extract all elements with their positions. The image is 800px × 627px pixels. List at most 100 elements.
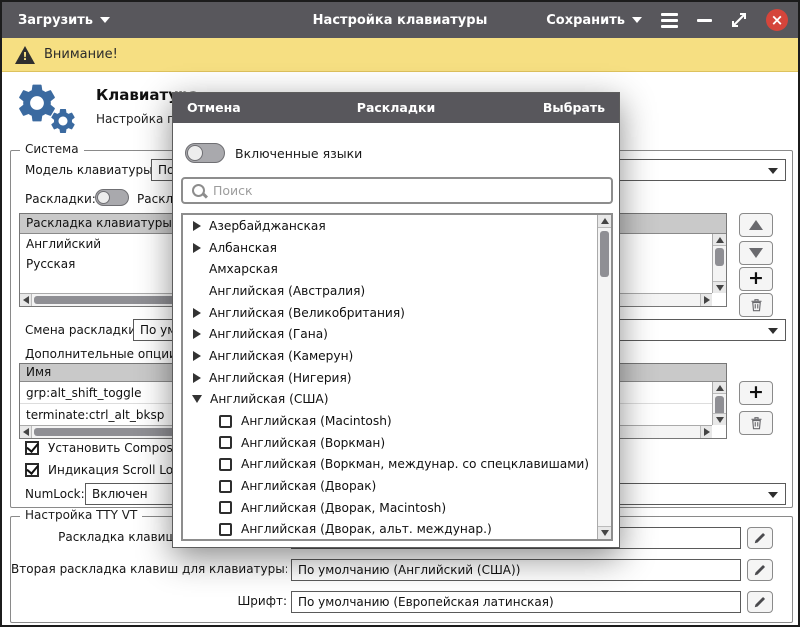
scroll-down-icon[interactable] <box>713 281 726 293</box>
dropdown-arrow-icon <box>768 328 778 334</box>
expand-arrow-icon[interactable] <box>193 372 201 383</box>
maximize-button[interactable] <box>731 12 747 28</box>
page-subtitle: Настройка г <box>96 112 174 126</box>
load-menu-label: Загрузить <box>18 12 93 28</box>
minimize-button[interactable] <box>697 18 712 22</box>
scroll-left-icon[interactable] <box>20 294 32 306</box>
scroll-up-icon[interactable] <box>598 215 611 228</box>
close-icon: × <box>770 10 784 29</box>
expand-arrow-icon[interactable] <box>193 307 201 318</box>
toggle-knob <box>187 145 203 161</box>
language-list-item[interactable]: Английская (Австралия) <box>183 280 599 302</box>
layout-switch-label: Смена раскладки: <box>25 323 141 337</box>
plus-icon: + <box>748 266 764 289</box>
language-list-item[interactable]: Английская (Великобритания) <box>183 302 599 324</box>
tty-group-legend: Настройка TTY VT <box>20 508 143 522</box>
language-list-item[interactable]: Английская (Дворак, Macintosh) <box>183 497 599 519</box>
caret-down-icon <box>632 17 642 23</box>
language-list-item[interactable]: Амхарская <box>183 258 599 280</box>
search-box <box>181 177 613 204</box>
titlebar: Загрузить Настройка клавиатуры Сохранить… <box>2 2 798 38</box>
language-checkbox[interactable] <box>219 414 232 428</box>
keyboard-settings-window: Загрузить Настройка клавиатуры Сохранить… <box>0 0 800 627</box>
layout-table-vscrollbar[interactable] <box>712 234 726 293</box>
move-layout-down-button[interactable] <box>739 241 773 265</box>
language-list-item[interactable]: Английская (Камерун) <box>183 345 599 367</box>
save-menu-label: Сохранить <box>546 12 625 28</box>
scrolllock-checkbox[interactable] <box>25 463 39 477</box>
tty-font-field[interactable]: По умолчанию (Европейская латинская) <box>291 591 741 613</box>
toggle-knob <box>97 191 110 204</box>
minimize-icon <box>697 18 712 22</box>
language-checkbox[interactable] <box>219 436 232 450</box>
expand-arrow-icon[interactable] <box>193 350 201 361</box>
language-list-item[interactable]: Английская (США) <box>183 389 599 411</box>
arrow-down-icon <box>749 248 763 258</box>
options-table-vscrollbar[interactable] <box>712 382 726 425</box>
scroll-thumb[interactable] <box>715 248 724 266</box>
language-checkbox[interactable] <box>219 479 232 493</box>
scroll-right-icon[interactable] <box>700 294 712 306</box>
tty-second-keymap-field[interactable]: По умолчанию (Английский (США)) <box>291 559 741 581</box>
expand-arrow-icon[interactable] <box>193 329 201 340</box>
language-list-scrollbar[interactable] <box>597 215 611 539</box>
add-option-button[interactable]: + <box>739 381 773 405</box>
scroll-left-icon[interactable] <box>20 426 32 438</box>
dropdown-arrow-icon <box>768 492 778 498</box>
tty-keymap-edit-button[interactable] <box>747 527 773 549</box>
load-menu-button[interactable]: Загрузить <box>18 2 110 38</box>
delete-option-button[interactable] <box>739 411 773 435</box>
language-list-item[interactable]: Английская (Гана) <box>183 323 599 345</box>
language-checkbox[interactable] <box>219 457 232 471</box>
keyboard-model-label: Модель клавиатуры: <box>25 163 157 177</box>
search-input[interactable] <box>183 179 611 202</box>
enabled-languages-label: Включенные языки <box>235 146 363 161</box>
gears-icon <box>14 80 84 142</box>
close-button[interactable]: × <box>766 9 788 31</box>
language-list-item[interactable]: Английская (Дворак) <box>183 475 599 497</box>
language-list-item[interactable]: Английская (Воркман, междунар. со спецкл… <box>183 454 599 476</box>
language-list: Азербайджанская Албанская Амхарская Англ… <box>181 213 613 541</box>
language-list-item[interactable]: Английская (Нигерия) <box>183 367 599 389</box>
scroll-thumb[interactable] <box>600 231 609 277</box>
language-list-item[interactable]: Английская (Воркман) <box>183 432 599 454</box>
scroll-right-icon[interactable] <box>700 426 712 438</box>
select-button[interactable]: Выбрать <box>543 100 605 115</box>
scroll-down-icon[interactable] <box>713 413 726 425</box>
language-list-item[interactable]: Английская (Дворак, альт. междунар.) <box>183 519 599 539</box>
expand-arrow-icon[interactable] <box>193 220 201 231</box>
plus-icon: + <box>748 380 764 403</box>
scroll-up-icon[interactable] <box>713 382 726 394</box>
save-menu-button[interactable]: Сохранить <box>546 13 642 28</box>
expand-arrow-icon[interactable] <box>193 242 201 253</box>
compose-checkbox-label: Установить Compose <box>48 441 181 455</box>
pencil-icon <box>754 533 765 544</box>
layouts-toggle[interactable] <box>95 189 129 206</box>
compose-checkbox[interactable] <box>25 441 39 455</box>
warning-bar: ! Внимание! <box>2 38 798 72</box>
language-checkbox[interactable] <box>219 501 232 515</box>
dropdown-arrow-icon <box>768 168 778 174</box>
numlock-label: NumLock: <box>25 487 85 501</box>
numlock-value: Включен <box>92 487 148 501</box>
language-checkbox[interactable] <box>219 522 232 536</box>
move-layout-up-button[interactable] <box>739 213 773 237</box>
delete-layout-button[interactable] <box>739 293 773 317</box>
menu-button[interactable] <box>661 12 678 28</box>
enabled-languages-toggle[interactable] <box>185 143 225 163</box>
dialog-header: Отмена Раскладки Выбрать <box>173 93 619 123</box>
language-list-item[interactable]: Албанская <box>183 237 599 259</box>
language-list-item[interactable]: Английская (Macintosh) <box>183 410 599 432</box>
tty-font-edit-button[interactable] <box>747 591 773 613</box>
add-layout-button[interactable]: + <box>739 267 773 291</box>
scrolllock-checkbox-label: Индикация Scroll Lock <box>48 463 187 477</box>
language-list-item[interactable]: Азербайджанская <box>183 215 599 237</box>
scroll-up-icon[interactable] <box>713 234 726 246</box>
pencil-icon <box>754 597 765 608</box>
expand-icon <box>732 13 746 27</box>
tty-second-keymap-edit-button[interactable] <box>747 559 773 581</box>
tty-font-label: Шрифт: <box>237 594 287 608</box>
cancel-button[interactable]: Отмена <box>187 100 241 115</box>
collapse-arrow-icon[interactable] <box>192 395 202 404</box>
scroll-down-icon[interactable] <box>598 526 611 539</box>
